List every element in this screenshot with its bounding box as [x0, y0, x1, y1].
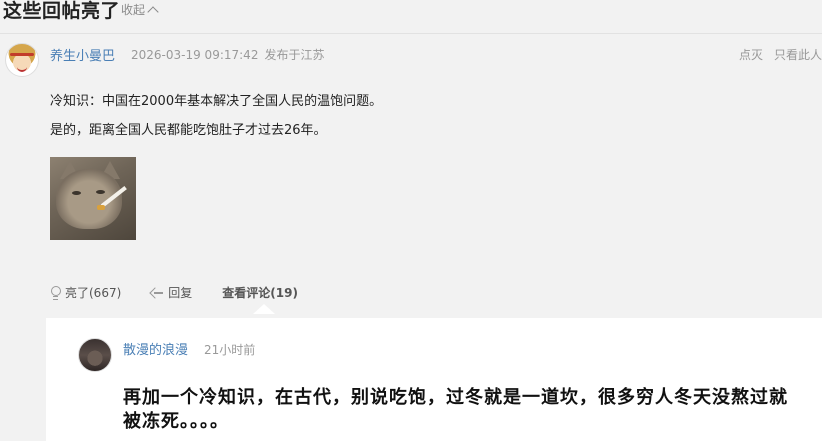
reply-avatar[interactable] — [78, 338, 112, 372]
post-meta: 2026-03-19 09:17:42 发布于江苏 — [131, 46, 324, 63]
reply-text: 再加一个冷知识，在古代，别说吃饱，过冬就是一道坎，很多穷人冬天没熬过就被冻死。。… — [123, 387, 788, 432]
comments-notch — [253, 304, 276, 314]
light-button[interactable]: 亮了(667) — [50, 284, 121, 301]
light-label: 亮了(667) — [65, 286, 122, 300]
post-actions: 亮了(667) 回复 查看评论(19) — [50, 284, 328, 314]
cigarette-tip — [97, 205, 105, 210]
view-comments-label: 查看评论(19) — [222, 286, 298, 300]
post-content: 冷知识：中国在2000年基本解决了全国人民的温饱问题。 是的，距离全国人民都能吃… — [50, 92, 382, 150]
cat-eye — [96, 190, 105, 194]
only-view-this-user-button[interactable]: 只看此人 — [774, 48, 822, 62]
dislike-button[interactable]: 点灭 — [739, 48, 763, 62]
reply-label: 回复 — [168, 286, 193, 300]
reply-button[interactable]: 回复 — [151, 284, 192, 301]
post-content-line: 冷知识：中国在2000年基本解决了全国人民的温饱问题。 — [50, 94, 383, 109]
collapse-button[interactable]: 收起 — [121, 2, 159, 18]
post-content-line: 是的，距离全国人民都能吃饱肚子才过去26年。 — [50, 123, 327, 138]
collapse-label: 收起 — [121, 3, 146, 17]
avatar[interactable] — [5, 43, 39, 77]
post: 养生小曼巴 2026-03-19 09:17:42 发布于江苏 点灭 只看此人 冷知… — [0, 34, 822, 441]
post-username[interactable]: 养生小曼巴 — [50, 45, 115, 64]
post-location: 发布于江苏 — [264, 48, 325, 62]
chevron-up-icon — [147, 6, 159, 18]
avatar-hat — [10, 53, 34, 56]
view-comments-button[interactable]: 查看评论(19) — [222, 284, 298, 314]
section-title: 这些回帖亮了 — [3, 0, 121, 22]
reply-time: 21小时前 — [204, 343, 256, 357]
post-right-actions: 点灭 只看此人 — [728, 46, 822, 63]
post-timestamp: 2026-03-19 09:17:42 — [131, 48, 259, 62]
post-image[interactable] — [50, 157, 136, 240]
section-header: 这些回帖亮了 收起 — [0, 0, 822, 34]
cat-eye — [72, 191, 81, 195]
reply-username[interactable]: 散漫的浪漫 — [123, 339, 188, 358]
avatar-mouth — [17, 66, 27, 72]
reply-icon — [151, 287, 164, 298]
reply-card: 散漫的浪漫 21小时前 再加一个冷知识，在古代，别说吃饱，过冬就是一道坎，很多穷… — [46, 318, 822, 441]
lightbulb-icon — [50, 286, 61, 300]
